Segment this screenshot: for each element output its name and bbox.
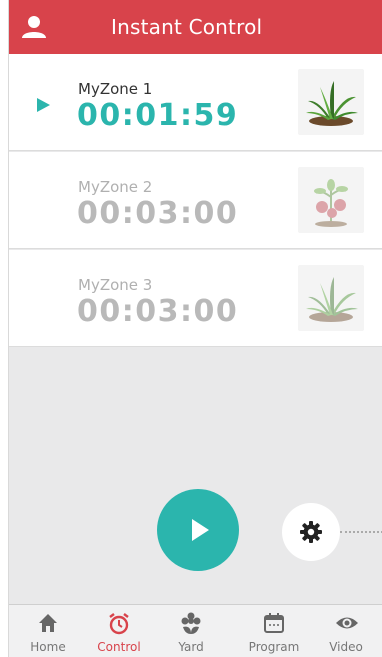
user-icon[interactable] xyxy=(21,14,47,40)
bottom-tab-bar: Home Control Yard Program Video xyxy=(9,604,382,657)
zone-timer: 00:03:00 xyxy=(77,196,239,231)
zone-name: MyZone 2 xyxy=(78,178,153,196)
tab-program[interactable]: Program xyxy=(237,605,311,657)
zone-row-1[interactable]: MyZone 1 00:01:59 xyxy=(9,54,382,151)
tab-label: Video xyxy=(329,640,363,654)
home-icon xyxy=(39,614,57,632)
page-title: Instant Control xyxy=(111,15,263,39)
zone-row-3[interactable]: MyZone 3 00:03:00 xyxy=(9,250,382,347)
tab-label: Home xyxy=(30,640,66,654)
flower-icon xyxy=(181,612,201,634)
calendar-icon xyxy=(264,613,284,633)
plant-icon xyxy=(306,81,358,126)
zone-name: MyZone 3 xyxy=(78,276,153,294)
zone-timer: 00:03:00 xyxy=(77,294,239,329)
tab-control[interactable]: Control xyxy=(82,605,156,657)
tab-label: Program xyxy=(248,640,300,654)
zone-timer: 00:01:59 xyxy=(77,98,239,133)
alarm-clock-icon xyxy=(109,613,129,635)
settings-connector-line xyxy=(340,531,382,533)
run-zones-button[interactable] xyxy=(157,489,239,571)
zone-thumbnail xyxy=(298,69,364,135)
gear-icon xyxy=(300,521,322,543)
zone-row-2[interactable]: MyZone 2 00:03:00 xyxy=(9,152,382,249)
eye-icon xyxy=(336,617,358,629)
tab-home[interactable]: Home xyxy=(11,605,85,657)
zone-thumbnail xyxy=(298,167,364,233)
app-header: Instant Control xyxy=(9,0,382,54)
running-indicator-icon xyxy=(37,98,50,112)
tab-label: Yard xyxy=(178,640,204,654)
tab-label: Control xyxy=(97,640,141,654)
tab-video[interactable]: Video xyxy=(309,605,382,657)
vegetable-plant-icon xyxy=(314,179,348,227)
play-icon xyxy=(192,519,209,541)
zone-name: MyZone 1 xyxy=(78,80,153,98)
zone-thumbnail xyxy=(298,265,364,331)
plant-icon xyxy=(306,277,358,322)
tab-yard[interactable]: Yard xyxy=(154,605,228,657)
app-frame: Instant Control MyZone 1 00:01:59 MyZone… xyxy=(8,0,382,657)
settings-button[interactable] xyxy=(282,503,340,561)
